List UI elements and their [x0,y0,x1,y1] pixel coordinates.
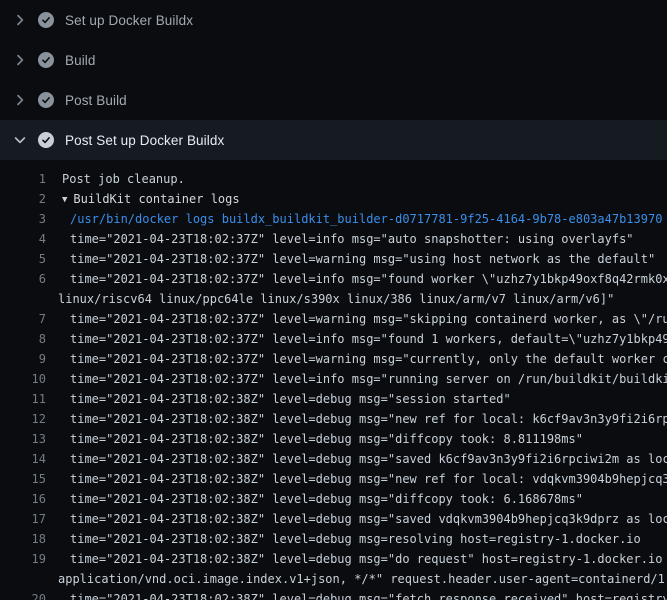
log-text: time="2021-04-23T18:02:37Z" level=info m… [46,229,634,249]
log-line-6: 6 time="2021-04-23T18:02:37Z" level=info… [0,269,667,289]
chevron-down-icon[interactable] [12,132,28,148]
chevron-right-icon[interactable] [12,12,28,28]
line-number [0,289,46,309]
log-text: time="2021-04-23T18:02:37Z" level=info m… [46,329,667,349]
log-text: time="2021-04-23T18:02:38Z" level=debug … [46,589,667,600]
line-number[interactable]: 6 [0,269,46,289]
log-text: time="2021-04-23T18:02:38Z" level=debug … [46,509,667,529]
step-list: Set up Docker Buildx Build Post Build [0,0,667,160]
line-number[interactable]: 8 [0,329,46,349]
line-number[interactable]: 20 [0,589,46,600]
line-number[interactable]: 12 [0,409,46,429]
check-circle-icon [38,52,54,68]
line-number[interactable]: 19 [0,549,46,569]
log-line-5: 5 time="2021-04-23T18:02:37Z" level=warn… [0,249,667,269]
line-number[interactable]: 2 [0,189,46,209]
step-header-build[interactable]: Build [0,40,667,80]
log-text: Post job cleanup. [46,169,185,189]
log-line-wrap: application/vnd.oci.image.index.v1+json,… [0,569,667,589]
check-circle-icon [38,12,54,28]
log-text: application/vnd.oci.image.index.v1+json,… [46,569,667,589]
log-line-1: 1 Post job cleanup. [0,169,667,189]
log-text: time="2021-04-23T18:02:38Z" level=debug … [46,549,667,569]
line-number[interactable]: 1 [0,169,46,189]
log-line-12: 12 time="2021-04-23T18:02:38Z" level=deb… [0,409,667,429]
log-text: time="2021-04-23T18:02:38Z" level=debug … [46,429,583,449]
line-number[interactable]: 18 [0,529,46,549]
log-text: time="2021-04-23T18:02:38Z" level=debug … [46,469,667,489]
line-number[interactable]: 5 [0,249,46,269]
line-number[interactable]: 7 [0,309,46,329]
log-line-wrap: linux/riscv64 linux/ppc64le linux/s390x … [0,289,667,309]
check-circle-icon [38,132,54,148]
workflow-log-panel: Set up Docker Buildx Build Post Build [0,0,667,600]
line-number[interactable]: 17 [0,509,46,529]
chevron-right-icon[interactable] [12,52,28,68]
log-text: time="2021-04-23T18:02:37Z" level=info m… [46,269,667,289]
line-number[interactable]: 3 [0,209,46,229]
check-circle-icon [38,92,54,108]
log-output: 1 Post job cleanup. 2 ▼ BuildKit containe… [0,160,667,600]
step-label: Build [65,53,96,68]
line-number[interactable]: 15 [0,469,46,489]
log-line-14: 14 time="2021-04-23T18:02:38Z" level=deb… [0,449,667,469]
log-text: time="2021-04-23T18:02:37Z" level=info m… [46,369,667,389]
step-header-post-set-up-docker-buildx[interactable]: Post Set up Docker Buildx [0,120,667,160]
triangle-down-icon[interactable]: ▼ [62,190,67,210]
log-group-title[interactable]: BuildKit container logs [73,192,239,206]
line-number[interactable]: 10 [0,369,46,389]
log-text: time="2021-04-23T18:02:37Z" level=warnin… [46,309,667,329]
step-header-set-up-docker-buildx[interactable]: Set up Docker Buildx [0,0,667,40]
log-line-17: 17 time="2021-04-23T18:02:38Z" level=deb… [0,509,667,529]
log-text: linux/riscv64 linux/ppc64le linux/s390x … [46,289,614,309]
log-line-8: 8 time="2021-04-23T18:02:37Z" level=info… [0,329,667,349]
log-line-15: 15 time="2021-04-23T18:02:38Z" level=deb… [0,469,667,489]
step-label: Set up Docker Buildx [65,13,193,28]
line-number[interactable]: 16 [0,489,46,509]
log-line-2: 2 ▼ BuildKit container logs [0,189,667,209]
log-line-19: 19 time="2021-04-23T18:02:38Z" level=deb… [0,549,667,569]
log-line-4: 4 time="2021-04-23T18:02:37Z" level=info… [0,229,667,249]
log-line-9: 9 time="2021-04-23T18:02:37Z" level=warn… [0,349,667,369]
log-line-16: 16 time="2021-04-23T18:02:38Z" level=deb… [0,489,667,509]
line-number[interactable]: 4 [0,229,46,249]
step-label: Post Build [65,93,127,108]
log-text: time="2021-04-23T18:02:38Z" level=debug … [46,529,641,549]
line-number[interactable]: 13 [0,429,46,449]
log-text: time="2021-04-23T18:02:37Z" level=warnin… [46,349,667,369]
log-line-10: 10 time="2021-04-23T18:02:37Z" level=inf… [0,369,667,389]
log-line-18: 18 time="2021-04-23T18:02:38Z" level=deb… [0,529,667,549]
log-text: time="2021-04-23T18:02:38Z" level=debug … [46,489,583,509]
step-label: Post Set up Docker Buildx [65,133,224,148]
log-text: time="2021-04-23T18:02:37Z" level=warnin… [46,249,655,269]
log-line-20: 20 time="2021-04-23T18:02:38Z" level=deb… [0,589,667,600]
line-number[interactable]: 9 [0,349,46,369]
line-number[interactable]: 14 [0,449,46,469]
log-text: time="2021-04-23T18:02:38Z" level=debug … [46,449,667,469]
log-command-text: /usr/bin/docker logs buildx_buildkit_bui… [46,209,662,229]
log-text: time="2021-04-23T18:02:38Z" level=debug … [46,389,511,409]
line-number [0,569,46,589]
log-line-7: 7 time="2021-04-23T18:02:37Z" level=warn… [0,309,667,329]
log-text: ▼ BuildKit container logs [46,189,240,209]
step-header-post-build[interactable]: Post Build [0,80,667,120]
log-text: time="2021-04-23T18:02:38Z" level=debug … [46,409,667,429]
chevron-right-icon[interactable] [12,92,28,108]
log-line-3: 3 /usr/bin/docker logs buildx_buildkit_b… [0,209,667,229]
line-number[interactable]: 11 [0,389,46,409]
log-line-11: 11 time="2021-04-23T18:02:38Z" level=deb… [0,389,667,409]
log-line-13: 13 time="2021-04-23T18:02:38Z" level=deb… [0,429,667,449]
